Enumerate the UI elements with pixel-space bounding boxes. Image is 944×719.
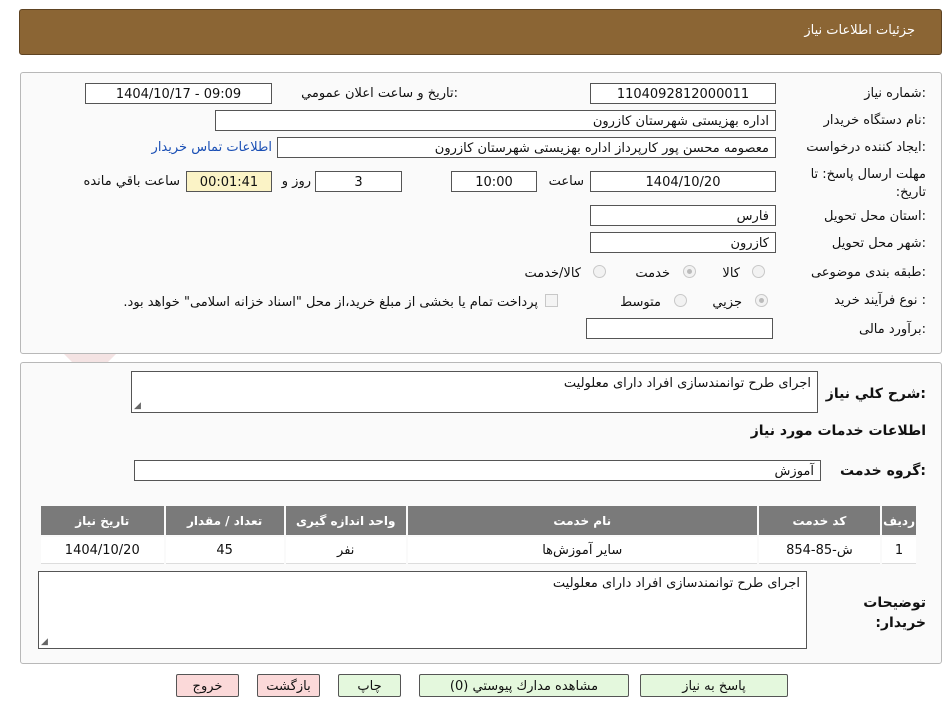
buyer-org-label: نام دستگاه خریدار: (823, 113, 926, 128)
category-option-goods: کالا (722, 266, 740, 281)
buyer-contact-link[interactable]: اطلاعات تماس خریدار (152, 140, 272, 155)
cell-row-number: 1 (882, 537, 916, 564)
announce-field[interactable]: 1404/10/17 - 09:09 (85, 83, 272, 104)
process-radio-medium[interactable] (674, 294, 687, 307)
province-field[interactable]: فارس (590, 205, 776, 226)
view-attachments-button[interactable]: مشاهده مدارك پیوستي (0) (419, 674, 629, 697)
category-radio-goods[interactable] (752, 265, 765, 278)
summary-text: اجرای طرح توانمندسازی افراد دارای معلولی… (563, 376, 811, 391)
payment-note: پرداخت تمام یا بخشی از مبلغ خرید،از محل … (123, 295, 538, 310)
deadline-date-field[interactable]: 1404/10/20 (590, 171, 776, 192)
resize-grip-icon[interactable]: ◢ (41, 637, 48, 647)
budget-label: برآورد مالی: (859, 322, 926, 337)
cell-quantity: 45 (165, 537, 284, 564)
cell-service-code: ش-85-854 (758, 537, 881, 564)
col-qty-header: تعداد / مقدار (165, 506, 284, 535)
header-bar: جزئیات اطلاعات نیاز (19, 9, 942, 55)
col-code-header: کد خدمت (758, 506, 881, 535)
days-label: روز و (281, 174, 311, 189)
cell-unit: نفر (285, 537, 406, 564)
category-option-goods-service: کالا/خدمت (524, 266, 581, 281)
remaining-days-field[interactable]: 3 (315, 171, 402, 192)
deadline-time-field[interactable]: 10:00 (451, 171, 537, 192)
requester-label: ایجاد کننده درخواست: (806, 140, 926, 155)
table-row: 1 ش-85-854 سایر آموزش‌ها نفر 45 1404/10/… (41, 537, 916, 564)
service-group-label: گروه خدمت: (840, 463, 926, 479)
process-label: نوع فرآیند خرید : (834, 293, 926, 308)
buyer-notes-text: اجرای طرح توانمندسازی افراد دارای معلولی… (552, 576, 800, 591)
service-group-field[interactable]: آموزش (134, 460, 821, 481)
city-label: شهر محل تحویل: (831, 236, 926, 251)
col-date-header: تاریخ نیاز (41, 506, 164, 535)
buyer-notes-label: توضیحات خریدار: (863, 595, 926, 631)
cell-need-date: 1404/10/20 (41, 537, 164, 564)
summary-label: شرح کلي نیاز: (825, 386, 926, 402)
cell-service-name: سایر آموزش‌ها (407, 537, 757, 564)
summary-textarea[interactable]: اجرای طرح توانمندسازی افراد دارای معلولی… (131, 371, 818, 413)
process-option-minor: جزیي (712, 295, 742, 310)
city-field[interactable]: کازرون (590, 232, 776, 253)
buyer-org-field[interactable]: اداره بهزیستی شهرستان کازرون (215, 110, 776, 131)
remaining-time-field: 00:01:41 (186, 171, 272, 192)
need-number-label: شماره نیاز: (864, 86, 926, 101)
services-table: ردیف کد خدمت نام خدمت واحد اندازه گیری ت… (39, 504, 918, 566)
reply-button[interactable]: پاسخ به نیاز (640, 674, 788, 697)
buyer-notes-textarea[interactable]: اجرای طرح توانمندسازی افراد دارای معلولی… (38, 571, 807, 649)
category-radio-goods-service[interactable] (593, 265, 606, 278)
page-title: جزئیات اطلاعات نیاز (804, 23, 915, 38)
requester-field[interactable]: معصومه محسن پور کارپرداز اداره بهزیستی ش… (277, 137, 776, 158)
process-option-medium: متوسط (620, 295, 661, 310)
deadline-time-label: ساعت (548, 174, 584, 189)
remaining-label: ساعت باقي مانده (83, 174, 180, 189)
treasury-payment-checkbox[interactable] (545, 294, 558, 307)
announce-label: تاریخ و ساعت اعلان عمومي: (301, 86, 458, 101)
back-button[interactable]: بازگشت (257, 674, 320, 697)
budget-field[interactable] (586, 318, 773, 339)
process-radio-minor[interactable] (755, 294, 768, 307)
col-unit-header: واحد اندازه گیری (285, 506, 406, 535)
need-number-field[interactable]: 1104092812000011 (590, 83, 776, 104)
col-row-header: ردیف (882, 506, 916, 535)
exit-button[interactable]: خروج (176, 674, 239, 697)
table-header-row: ردیف کد خدمت نام خدمت واحد اندازه گیری ت… (41, 506, 916, 535)
resize-grip-icon[interactable]: ◢ (134, 401, 141, 411)
col-service-name-header: نام خدمت (407, 506, 757, 535)
print-button[interactable]: چاپ (338, 674, 401, 697)
deadline-label: مهلت ارسال پاسخ: تا تاریخ: (810, 167, 926, 200)
province-label: استان محل تحویل: (824, 209, 926, 224)
category-option-service: خدمت (635, 266, 670, 281)
category-label: طبقه بندی موضوعی: (810, 265, 926, 280)
services-title: اطلاعات خدمات مورد نیاز (750, 423, 926, 439)
category-radio-service[interactable] (683, 265, 696, 278)
